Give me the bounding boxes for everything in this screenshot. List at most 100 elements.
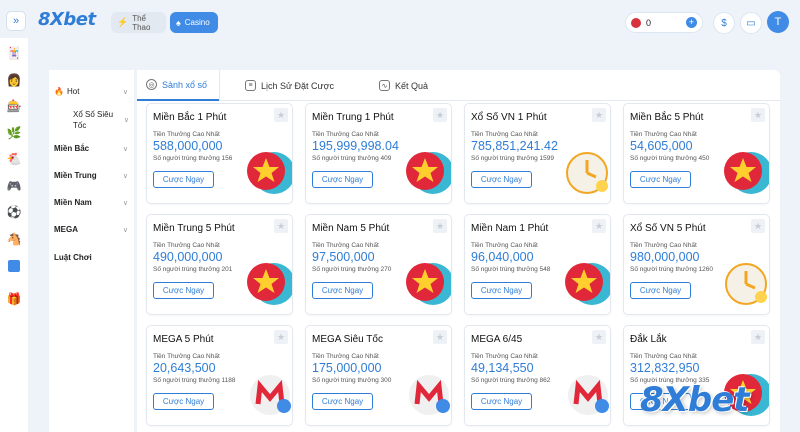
category-hot[interactable]: 🔥 Hot ∨: [49, 87, 134, 96]
prize-amount: 54,605,000: [630, 139, 693, 153]
winner-count: Số người trúng thưởng 1599: [471, 155, 555, 162]
tab-bar: ◎ Sảnh xổ số ≡ Lịch Sử Đặt Cược ∿ Kết Qu…: [137, 70, 780, 101]
ball-icon[interactable]: ⚽: [5, 203, 23, 221]
favorite-star-icon[interactable]: ★: [751, 330, 765, 344]
bet-now-button[interactable]: Cược Ngay: [153, 171, 214, 188]
prize-amount: 195,999,998.04: [312, 139, 399, 153]
lottery-card[interactable]: MEGA Siêu Tốc ★ Tiền Thưởng Cao Nhất 175,00…: [305, 325, 452, 426]
chart-icon: ∿: [379, 80, 390, 91]
favorite-star-icon[interactable]: ★: [433, 330, 447, 344]
prize-amount: 96,040,000: [471, 250, 534, 264]
bet-now-button[interactable]: Cược Ngay: [471, 171, 532, 188]
prize-amount: 312,832,950: [630, 361, 700, 375]
gamepad-icon[interactable]: 🎮: [5, 177, 23, 195]
favorite-star-icon[interactable]: ★: [751, 219, 765, 233]
bet-now-button[interactable]: Cược Ngay: [312, 171, 373, 188]
category-mega[interactable]: MEGA ∨: [49, 225, 134, 234]
lottery-card[interactable]: Xổ Số VN 5 Phút ★ Tiền Thưởng Cao Nhất 980,…: [623, 214, 770, 315]
star-badge-icon: [721, 146, 769, 196]
double-chevron-right-icon: »: [12, 15, 20, 27]
user-avatar[interactable]: T: [767, 11, 789, 33]
gift-icon[interactable]: 🎁: [5, 290, 23, 308]
clock-badge-icon: [562, 146, 610, 196]
clock-badge-icon: [721, 257, 769, 307]
lottery-card[interactable]: Miền Trung 1 Phút ★ Tiền Thưởng Cao Nhất 19…: [305, 103, 452, 204]
sport-tab-button[interactable]: ⚡ Thể Thao: [111, 12, 166, 33]
lottery-card[interactable]: Xổ Số VN 1 Phút ★ Tiền Thưởng Cao Nhất 785,…: [464, 103, 611, 204]
favorite-star-icon[interactable]: ★: [751, 108, 765, 122]
category-mien-nam[interactable]: Miền Nam ∨: [49, 198, 134, 207]
lightning-icon: ⚡: [117, 17, 129, 27]
card-title: MEGA Siêu Tốc: [312, 334, 383, 345]
chevron-down-icon: ∨: [122, 172, 128, 180]
lottery-card[interactable]: Miền Nam 1 Phút ★ Tiền Thưởng Cao Nhất 96,0…: [464, 214, 611, 315]
money-bag-button[interactable]: $: [713, 12, 735, 34]
category-sieu-toc-label: Xổ Số Siêu Tốc: [73, 110, 114, 130]
person-icon[interactable]: 👩: [5, 71, 23, 89]
slot-icon[interactable]: 🎰: [5, 97, 23, 115]
star-badge-icon: [244, 146, 292, 196]
favorite-star-icon[interactable]: ★: [274, 330, 288, 344]
category-sieu-toc[interactable]: Xổ Số Siêu Tốc ∨: [49, 109, 129, 131]
favorite-star-icon[interactable]: ★: [592, 108, 606, 122]
bet-now-button[interactable]: Cược Ngay: [630, 171, 691, 188]
prize-label: Tiền Thưởng Cao Nhất: [471, 353, 538, 360]
chevron-down-icon: ∨: [122, 199, 128, 207]
star-badge-icon: [562, 257, 610, 307]
prize-label: Tiền Thưởng Cao Nhất: [630, 353, 697, 360]
bet-now-button[interactable]: Cược Ngay: [312, 393, 373, 410]
favorite-star-icon[interactable]: ★: [592, 219, 606, 233]
tab-results[interactable]: ∿ Kết Quả: [379, 80, 428, 91]
bet-now-button[interactable]: Cược Ngay: [471, 393, 532, 410]
leaf-icon[interactable]: 🌿: [5, 124, 23, 142]
favorite-star-icon[interactable]: ★: [592, 330, 606, 344]
category-mien-bac[interactable]: Miền Bắc ∨: [49, 144, 134, 153]
category-hot-label: Hot: [66, 87, 80, 96]
horse-icon[interactable]: 🐴: [5, 230, 23, 248]
bet-now-button[interactable]: Cược Ngay: [153, 282, 214, 299]
lottery-card[interactable]: Miền Trung 5 Phút ★ Tiền Thưởng Cao Nhất 49…: [146, 214, 293, 315]
wallet-card-button[interactable]: ▭: [740, 12, 762, 34]
prize-amount: 980,000,000: [630, 250, 700, 264]
card-title: Miền Trung 1 Phút: [312, 112, 394, 123]
lottery-card[interactable]: Miền Bắc 1 Phút ★ Tiền Thưởng Cao Nhất 588,…: [146, 103, 293, 204]
deposit-plus-button[interactable]: +: [686, 17, 697, 28]
tab-lottery-hall[interactable]: ◎ Sảnh xổ số: [137, 70, 219, 101]
tab-bet-history[interactable]: ≡ Lịch Sử Đặt Cược: [245, 80, 334, 91]
winner-count: Số người trúng thưởng 548: [471, 266, 551, 273]
lottery-card[interactable]: Miền Bắc 5 Phút ★ Tiền Thưởng Cao Nhất 54,6…: [623, 103, 770, 204]
lottery-card[interactable]: MEGA 6/45 ★ Tiền Thưởng Cao Nhất 49,134,550…: [464, 325, 611, 426]
bet-now-button[interactable]: Cược Ngay: [630, 282, 691, 299]
bet-now-button[interactable]: Cược Ngay: [153, 393, 214, 410]
lottery-card[interactable]: Miền Nam 5 Phút ★ Tiền Thưởng Cao Nhất 97,5…: [305, 214, 452, 315]
casino-tab-button[interactable]: ♠ Casino: [170, 12, 218, 33]
mega-badge-icon: [562, 368, 610, 418]
prize-label: Tiền Thưởng Cao Nhất: [471, 131, 538, 138]
list-icon[interactable]: [5, 257, 23, 275]
favorite-star-icon[interactable]: ★: [274, 108, 288, 122]
prize-label: Tiền Thưởng Cao Nhất: [312, 242, 379, 249]
site-logo[interactable]: 8Xbet: [38, 9, 96, 30]
lottery-card[interactable]: MEGA 5 Phút ★ Tiền Thưởng Cao Nhất 20,643,5…: [146, 325, 293, 426]
brand-watermark: 8Xbet: [640, 380, 750, 420]
vnd-coin-icon: [631, 17, 641, 28]
prize-amount: 785,851,241.42: [471, 139, 558, 153]
bet-now-button[interactable]: Cược Ngay: [312, 282, 373, 299]
expand-sidebar-button[interactable]: »: [6, 11, 26, 31]
bet-now-button[interactable]: Cược Ngay: [471, 282, 532, 299]
prize-label: Tiền Thưởng Cao Nhất: [630, 242, 697, 249]
chicken-icon[interactable]: 🐔: [5, 150, 23, 168]
favorite-star-icon[interactable]: ★: [274, 219, 288, 233]
card-title: MEGA 6/45: [471, 334, 523, 345]
tab-lottery-label: Sảnh xổ số: [162, 79, 208, 90]
tab-results-label: Kết Quả: [395, 80, 429, 91]
favorite-star-icon[interactable]: ★: [433, 108, 447, 122]
category-mien-trung[interactable]: Miền Trung ∨: [49, 171, 134, 180]
category-luat-choi[interactable]: Luật Chơi: [49, 253, 134, 262]
prize-amount: 97,500,000: [312, 250, 375, 264]
card-title: Đắk Lắk: [630, 334, 667, 345]
cards-icon[interactable]: 🃏: [5, 44, 23, 62]
favorite-star-icon[interactable]: ★: [433, 219, 447, 233]
wallet-balance[interactable]: 0 +: [625, 12, 703, 33]
prize-label: Tiền Thưởng Cao Nhất: [312, 131, 379, 138]
